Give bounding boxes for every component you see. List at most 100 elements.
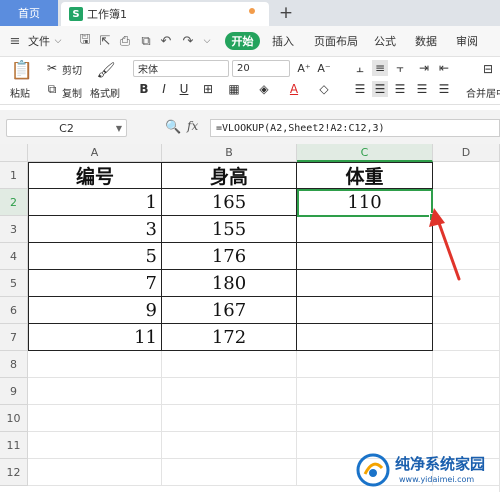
- increase-font-icon[interactable]: A⁺: [296, 60, 312, 76]
- redo-icon[interactable]: ↷: [181, 34, 195, 49]
- select-all-corner[interactable]: [0, 144, 28, 162]
- distribute-icon[interactable]: ☰: [436, 81, 452, 97]
- cell-b5[interactable]: 180: [162, 270, 297, 297]
- outdent-icon[interactable]: ⇤: [436, 60, 452, 76]
- new-tab-button[interactable]: +: [276, 2, 296, 24]
- grid-cell[interactable]: [297, 351, 433, 378]
- cell-c5[interactable]: [297, 270, 433, 297]
- bold-button[interactable]: B: [136, 81, 152, 97]
- chevron-down-icon[interactable]: ▼: [116, 124, 122, 133]
- brush-icon[interactable]: 🖌: [96, 60, 116, 80]
- cell-c7[interactable]: [297, 324, 433, 351]
- formula-input[interactable]: =VLOOKUP(A2,Sheet2!A2:C12,3): [210, 119, 500, 137]
- grid-cell[interactable]: [162, 351, 297, 378]
- header-cell-height[interactable]: 身高: [162, 162, 297, 189]
- row-header-6[interactable]: 6: [0, 297, 28, 324]
- grid-cell[interactable]: [162, 378, 297, 405]
- decrease-font-icon[interactable]: A⁻: [316, 60, 332, 76]
- cell-a4[interactable]: 5: [28, 243, 162, 270]
- undo-icon[interactable]: ↶: [159, 34, 173, 49]
- column-header-b[interactable]: B: [162, 144, 297, 162]
- print-preview-icon[interactable]: ⧉: [139, 34, 153, 49]
- grid-cell[interactable]: [162, 459, 297, 486]
- cell-a7[interactable]: 11: [28, 324, 162, 351]
- cell-c4[interactable]: [297, 243, 433, 270]
- fill-color-icon[interactable]: ◈: [256, 81, 272, 97]
- fill-style-icon[interactable]: ▦: [226, 81, 242, 97]
- row-header-12[interactable]: 12: [0, 459, 28, 486]
- cell-a6[interactable]: 9: [28, 297, 162, 324]
- cell-c6[interactable]: [297, 297, 433, 324]
- cell-a5[interactable]: 7: [28, 270, 162, 297]
- home-tab[interactable]: 首页: [0, 0, 58, 26]
- paste-icon[interactable]: 📋: [11, 60, 33, 81]
- document-tab[interactable]: S 工作簿1: [61, 2, 269, 26]
- grid-cell[interactable]: [28, 459, 162, 486]
- row-header-7[interactable]: 7: [0, 324, 28, 351]
- cell-b3[interactable]: 155: [162, 216, 297, 243]
- grid-cell[interactable]: [28, 378, 162, 405]
- border-icon[interactable]: ⊞: [200, 81, 216, 97]
- cell-a3[interactable]: 3: [28, 216, 162, 243]
- format-painter-button[interactable]: 格式刷: [90, 85, 120, 100]
- underline-button[interactable]: U: [176, 81, 192, 97]
- row-header-3[interactable]: 3: [0, 216, 28, 243]
- grid-cell[interactable]: [297, 405, 433, 432]
- row-header-9[interactable]: 9: [0, 378, 28, 405]
- menu-review[interactable]: 审阅: [456, 26, 478, 56]
- copy-icon[interactable]: ⧉: [44, 81, 60, 97]
- font-color-button[interactable]: A: [286, 81, 302, 97]
- align-top-icon[interactable]: ⫠: [352, 60, 368, 76]
- cell-a2[interactable]: 1: [28, 189, 162, 216]
- export-icon[interactable]: ⇱: [98, 34, 112, 49]
- align-middle-icon[interactable]: ≡: [372, 60, 388, 76]
- function-icon[interactable]: fx: [187, 119, 198, 133]
- row-header-1[interactable]: 1: [0, 162, 28, 189]
- cell-c3[interactable]: [297, 216, 433, 243]
- row-header-10[interactable]: 10: [0, 405, 28, 432]
- row-header-11[interactable]: 11: [0, 432, 28, 459]
- align-bottom-icon[interactable]: ⫟: [392, 60, 408, 76]
- column-header-a[interactable]: A: [28, 144, 162, 162]
- align-right-icon[interactable]: ☰: [392, 81, 408, 97]
- cell-b4[interactable]: 176: [162, 243, 297, 270]
- grid-cell[interactable]: [297, 378, 433, 405]
- italic-button[interactable]: I: [156, 81, 172, 97]
- menu-page-layout[interactable]: 页面布局: [314, 26, 358, 56]
- header-cell-weight[interactable]: 体重: [297, 162, 433, 189]
- menu-data[interactable]: 数据: [415, 26, 437, 56]
- cell-b7[interactable]: 172: [162, 324, 297, 351]
- hamburger-icon[interactable]: ≡: [8, 34, 22, 49]
- scissors-icon[interactable]: ✂: [44, 60, 60, 76]
- font-size-select[interactable]: 20: [232, 60, 290, 77]
- cell-b2[interactable]: 165: [162, 189, 297, 216]
- grid-cell[interactable]: [28, 351, 162, 378]
- merge-center-button[interactable]: 合并居中: [466, 85, 500, 100]
- menu-start[interactable]: 开始: [225, 32, 260, 50]
- paste-button[interactable]: 粘贴: [10, 85, 30, 100]
- merge-icon[interactable]: ⊟: [478, 60, 498, 78]
- save-icon[interactable]: 🖫: [78, 32, 92, 48]
- grid-cell[interactable]: [28, 432, 162, 459]
- header-cell-id[interactable]: 编号: [28, 162, 162, 189]
- grid-cell[interactable]: [162, 405, 297, 432]
- cut-button[interactable]: 剪切: [62, 62, 82, 77]
- column-header-d[interactable]: D: [433, 144, 500, 162]
- copy-button[interactable]: 复制: [62, 85, 82, 100]
- align-center-icon[interactable]: ☰: [372, 81, 388, 97]
- column-header-c[interactable]: C: [297, 144, 433, 162]
- menu-insert[interactable]: 插入: [272, 26, 294, 56]
- menu-formulas[interactable]: 公式: [374, 26, 396, 56]
- indent-icon[interactable]: ⇥: [416, 60, 432, 76]
- row-header-5[interactable]: 5: [0, 270, 28, 297]
- name-box[interactable]: C2 ▼: [6, 119, 127, 137]
- zoom-icon[interactable]: 🔍: [165, 120, 181, 135]
- grid-cell[interactable]: [162, 432, 297, 459]
- row-header-2[interactable]: 2: [0, 189, 28, 216]
- row-header-4[interactable]: 4: [0, 243, 28, 270]
- font-name-select[interactable]: 宋体: [133, 60, 229, 77]
- file-menu[interactable]: 文件: [28, 26, 50, 56]
- cell-b6[interactable]: 167: [162, 297, 297, 324]
- print-icon[interactable]: ⎙: [118, 34, 132, 49]
- quick-access-dropdown-icon[interactable]: ⌵: [202, 35, 212, 47]
